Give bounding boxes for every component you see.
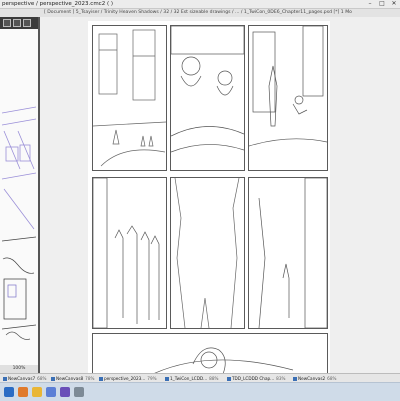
panel-hooded-group xyxy=(92,177,167,329)
zoom-icon[interactable] xyxy=(13,19,21,27)
panel-dwarves-bridge xyxy=(170,25,245,171)
folder-icon[interactable] xyxy=(32,387,42,397)
document-path: [ Document ] 5_Tsayiser / Trinity Heaven… xyxy=(44,10,352,15)
paint-icon[interactable] xyxy=(46,387,56,397)
document-icon xyxy=(165,377,169,381)
panel-dark-alley xyxy=(248,177,328,329)
chat-icon[interactable] xyxy=(60,387,70,397)
panel-wide-closeup xyxy=(92,333,328,373)
window-titlebar: perspective / perspective_2023.cmc2 ( ) … xyxy=(0,0,400,9)
panel-alley-figures xyxy=(248,25,328,171)
maximize-button[interactable]: □ xyxy=(376,0,388,8)
close-button[interactable]: ✕ xyxy=(388,0,400,8)
document-icon xyxy=(3,377,7,381)
document-icon xyxy=(99,377,103,381)
document-icon xyxy=(227,377,231,381)
system-taskbar xyxy=(0,382,400,401)
document-icon xyxy=(293,377,297,381)
navigator-panel[interactable]: 100% xyxy=(0,17,40,373)
browser-icon[interactable] xyxy=(18,387,28,397)
navigator-toolbar xyxy=(0,17,38,29)
tab-newcanvas2[interactable]: NewCanvas2 68% xyxy=(292,375,336,382)
tab-tdd[interactable]: TDD_LCDDD Chap... 83% xyxy=(226,375,285,382)
tab-newcanvas8[interactable]: NewCanvas8 78% xyxy=(50,375,94,382)
tab-newcanvas7[interactable]: NewCanvas7 68% xyxy=(2,375,46,382)
start-icon[interactable] xyxy=(4,387,14,397)
panel-street-scene xyxy=(92,25,167,171)
settings-icon[interactable] xyxy=(74,387,84,397)
minimize-button[interactable]: – xyxy=(364,0,376,8)
canvas-area[interactable] xyxy=(40,17,400,373)
tab-twicon[interactable]: 1_TwiCon_LCDD... 88% xyxy=(164,375,218,382)
panel-tall-buildings xyxy=(170,177,245,329)
navigator-zoom-status: 100% xyxy=(0,365,38,373)
document-icon xyxy=(51,377,55,381)
window-title: perspective / perspective_2023.cmc2 ( ) xyxy=(2,1,113,7)
hand-icon[interactable] xyxy=(3,19,11,27)
tab-perspective[interactable]: perspective_2023... 79% xyxy=(98,375,157,382)
rotate-icon[interactable] xyxy=(23,19,31,27)
navigator-thumbnail[interactable] xyxy=(0,29,38,363)
